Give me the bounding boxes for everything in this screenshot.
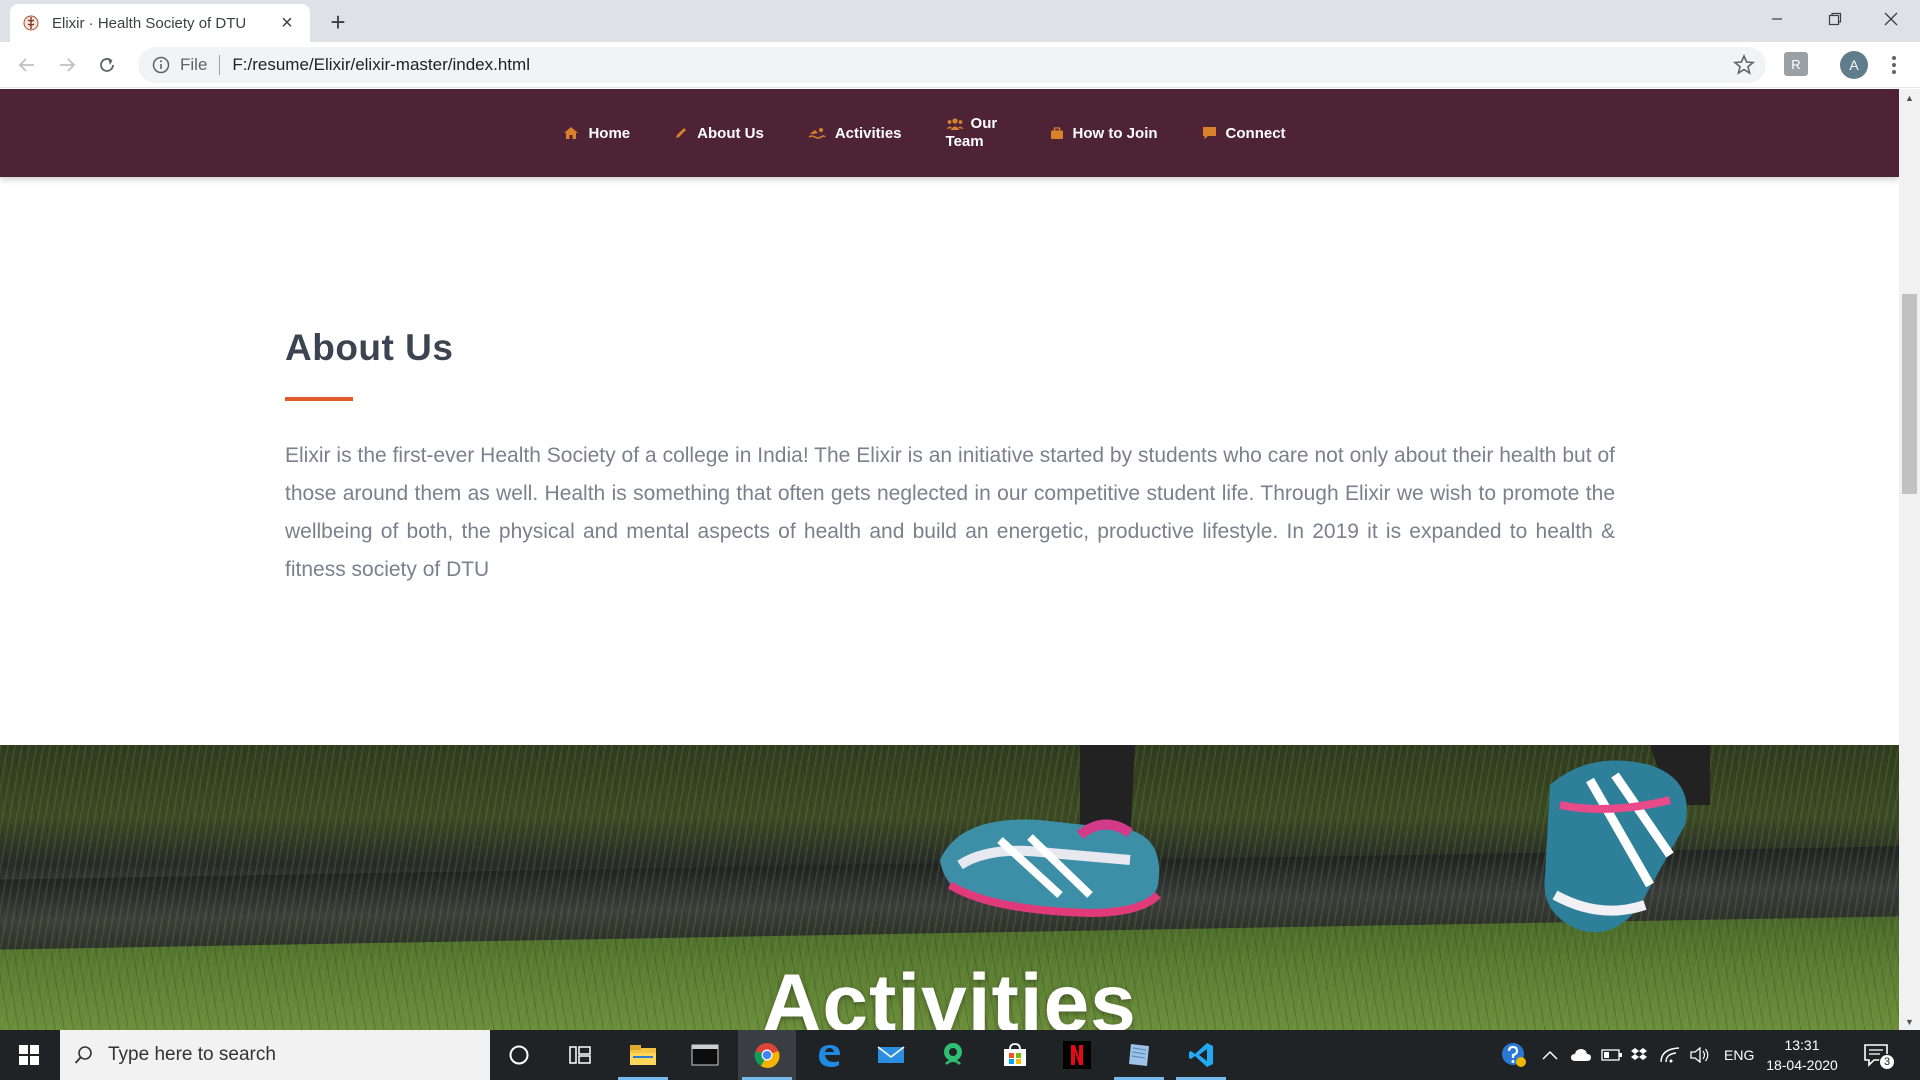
cortana-icon[interactable] bbox=[490, 1030, 548, 1080]
notification-count-badge: 3 bbox=[1879, 1054, 1895, 1070]
info-icon[interactable] bbox=[152, 56, 170, 74]
tab-strip: Elixir · Health Society of DTU × + bbox=[0, 0, 1920, 42]
edge-icon[interactable] bbox=[800, 1030, 858, 1080]
help-icon[interactable] bbox=[1500, 1030, 1528, 1080]
restore-icon[interactable] bbox=[1806, 0, 1864, 38]
taskbar-search-placeholder: Type here to search bbox=[108, 1044, 276, 1065]
profile-avatar[interactable]: A bbox=[1840, 51, 1868, 79]
netflix-icon[interactable] bbox=[1048, 1030, 1106, 1080]
nav-how-to-join-label: How to Join bbox=[1072, 124, 1158, 142]
nav-activities[interactable]: Activities bbox=[808, 125, 902, 142]
heading-underline bbox=[285, 397, 353, 401]
task-view-icon[interactable] bbox=[551, 1030, 609, 1080]
briefcase-icon bbox=[1050, 126, 1063, 139]
browser-menu-icon[interactable] bbox=[1884, 51, 1904, 79]
running-shoe-right-image bbox=[1544, 745, 1710, 933]
browser-tab[interactable]: Elixir · Health Society of DTU × bbox=[10, 4, 310, 42]
dropbox-icon[interactable] bbox=[1630, 1030, 1648, 1080]
nav-about-us[interactable]: About Us bbox=[674, 125, 764, 142]
bookmark-star-icon[interactable] bbox=[1732, 53, 1756, 77]
scroll-down-arrow-icon[interactable]: ▼ bbox=[1899, 1013, 1920, 1030]
onedrive-cloud-icon[interactable] bbox=[1570, 1030, 1592, 1080]
search-icon bbox=[74, 1046, 92, 1064]
activities-hero-title: Activities bbox=[762, 958, 1137, 1030]
battery-icon[interactable] bbox=[1601, 1030, 1623, 1080]
system-clock[interactable]: 13:31 18-04-2020 bbox=[1762, 1035, 1842, 1075]
site-navbar: Home About Us Activities Our Team How to… bbox=[0, 89, 1899, 177]
scroll-thumb[interactable] bbox=[1902, 294, 1917, 494]
running-shoe-left-image bbox=[940, 745, 1161, 918]
nav-home[interactable]: Home bbox=[563, 125, 630, 142]
volume-icon[interactable] bbox=[1690, 1030, 1710, 1080]
minimize-icon[interactable] bbox=[1748, 0, 1806, 38]
page-scrollbar[interactable]: ▲ ▼ bbox=[1899, 89, 1920, 1030]
forward-arrow-icon[interactable] bbox=[50, 48, 84, 82]
page-viewport: Home About Us Activities Our Team How to… bbox=[0, 89, 1899, 1030]
windows-start-icon[interactable] bbox=[0, 1030, 58, 1080]
chrome-icon[interactable] bbox=[738, 1030, 796, 1080]
nav-our-team[interactable]: Our Team bbox=[946, 115, 1006, 151]
scroll-up-arrow-icon[interactable]: ▲ bbox=[1899, 89, 1920, 106]
address-bar[interactable]: File F:/resume/Elixir/elixir-master/inde… bbox=[138, 47, 1766, 83]
pencil-icon bbox=[676, 128, 687, 138]
reload-icon[interactable] bbox=[90, 48, 124, 82]
maps-icon[interactable] bbox=[924, 1030, 982, 1080]
about-body: Elixir is the first-ever Health Society … bbox=[285, 444, 1615, 581]
windows-taskbar: Type here to search ENG 13:31 18-04-2020… bbox=[0, 1030, 1920, 1080]
home-icon bbox=[564, 127, 579, 139]
swimmer-icon bbox=[808, 128, 826, 139]
wifi-icon[interactable] bbox=[1660, 1030, 1680, 1080]
terminal-icon[interactable] bbox=[676, 1030, 734, 1080]
users-icon bbox=[946, 118, 964, 130]
nav-how-to-join[interactable]: How to Join bbox=[1050, 125, 1158, 142]
store-icon[interactable] bbox=[986, 1030, 1044, 1080]
close-window-icon[interactable] bbox=[1862, 0, 1920, 38]
nav-home-label: Home bbox=[588, 124, 631, 142]
scheme-label: File bbox=[180, 55, 208, 74]
language-indicator[interactable]: ENG bbox=[1724, 1030, 1754, 1080]
nav-about-us-label: About Us bbox=[697, 124, 764, 142]
extension-icon[interactable]: R bbox=[1784, 52, 1808, 76]
nav-our-team-line1: Our bbox=[970, 115, 998, 132]
tray-expand-chevron-icon[interactable] bbox=[1542, 1030, 1558, 1080]
nav-connect-label: Connect bbox=[1225, 124, 1286, 142]
vscode-icon[interactable] bbox=[1172, 1030, 1230, 1080]
tab-close-icon[interactable]: × bbox=[276, 12, 298, 34]
about-heading: About Us bbox=[285, 327, 454, 368]
clock-date: 18-04-2020 bbox=[1766, 1057, 1838, 1073]
clock-time: 13:31 bbox=[1784, 1037, 1820, 1053]
back-arrow-icon[interactable] bbox=[10, 48, 44, 82]
browser-toolbar: File F:/resume/Elixir/elixir-master/inde… bbox=[0, 42, 1920, 88]
nav-activities-label: Activities bbox=[834, 124, 902, 142]
mail-icon[interactable] bbox=[862, 1030, 920, 1080]
nav-our-team-line2: Team bbox=[945, 133, 984, 150]
taskbar-search-input[interactable]: Type here to search bbox=[60, 1030, 490, 1080]
nav-connect[interactable]: Connect bbox=[1202, 125, 1286, 142]
new-tab-button[interactable]: + bbox=[324, 7, 352, 37]
tab-title: Elixir · Health Society of DTU bbox=[52, 14, 247, 32]
site-favicon-icon bbox=[22, 14, 40, 32]
omnibox-divider bbox=[219, 55, 221, 75]
notes-app-icon[interactable] bbox=[1110, 1030, 1168, 1080]
url-text[interactable]: F:/resume/Elixir/elixir-master/index.htm… bbox=[232, 55, 530, 75]
comment-icon bbox=[1202, 127, 1216, 139]
about-section: About Us Elixir is the first-ever Health… bbox=[285, 327, 1615, 589]
activities-hero: Activities bbox=[0, 745, 1899, 1030]
file-explorer-icon[interactable] bbox=[614, 1030, 672, 1080]
